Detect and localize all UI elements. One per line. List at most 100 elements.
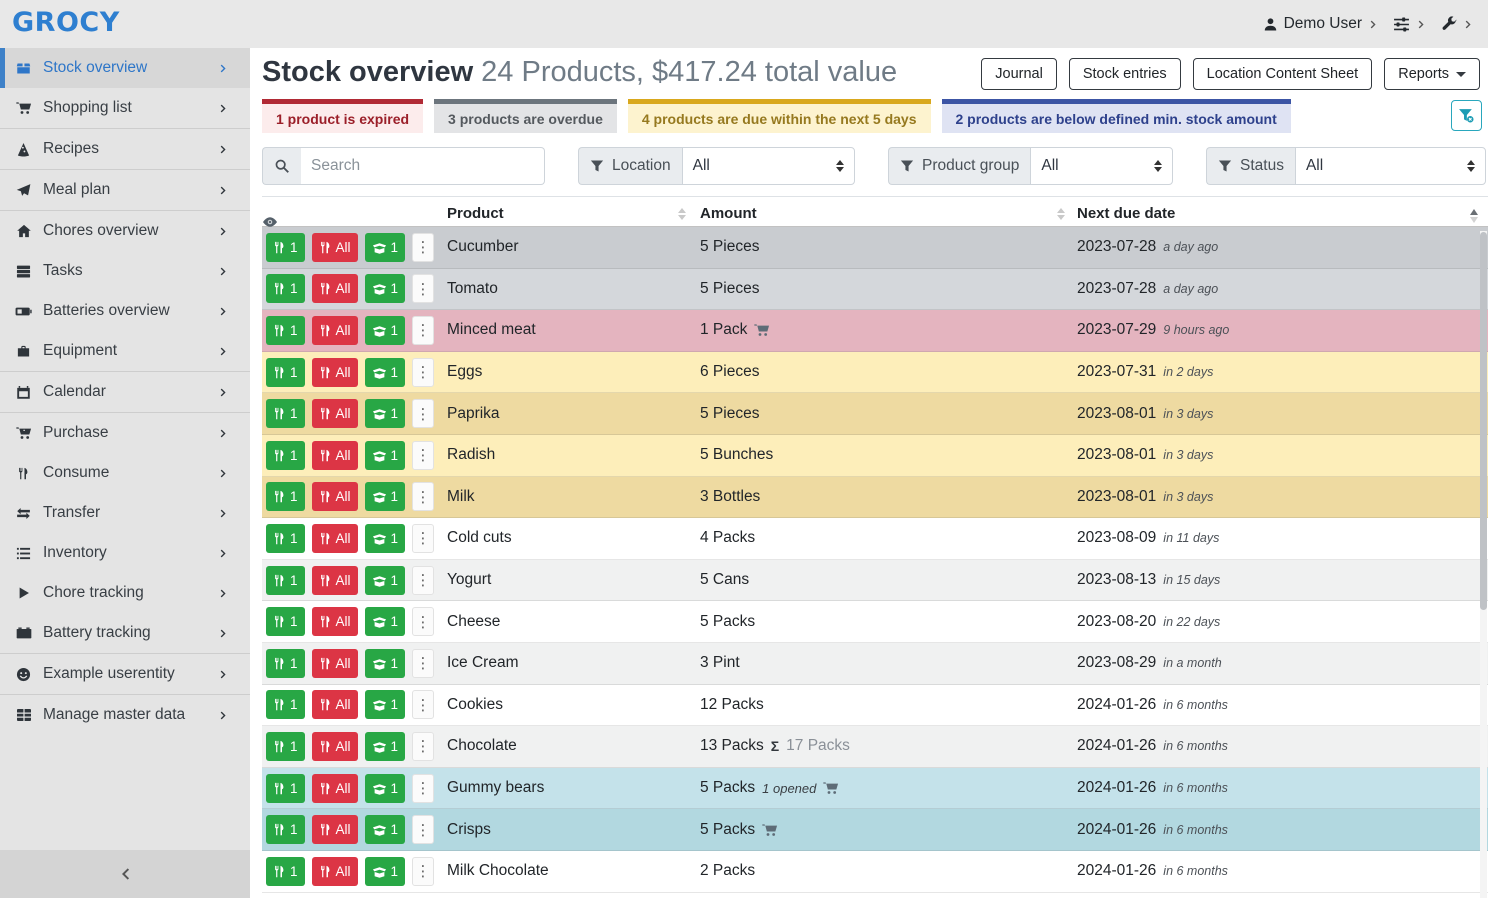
sidebar-item-inventory[interactable]: Inventory [0, 533, 250, 573]
filter-select[interactable]: All [1030, 147, 1173, 185]
open-one-button[interactable]: 1 [365, 316, 406, 345]
consume-all-button[interactable]: All [312, 815, 358, 844]
row-menu-button[interactable]: ⋮ [412, 732, 434, 761]
banner-overdue[interactable]: 3 products are overdue [434, 99, 617, 133]
sidebar-item-recipes[interactable]: Recipes [0, 129, 250, 169]
consume-one-button[interactable]: 1 [266, 482, 305, 511]
grocy-logo[interactable]: GROCY [12, 7, 120, 38]
search-input[interactable] [301, 147, 545, 185]
consume-all-button[interactable]: All [312, 566, 358, 595]
scrollbar-thumb[interactable] [1480, 232, 1487, 610]
open-one-button[interactable]: 1 [365, 524, 406, 553]
journal-button[interactable]: Journal [981, 58, 1057, 90]
column-header-amount[interactable]: Amount [700, 205, 1077, 222]
consume-one-button[interactable]: 1 [266, 607, 305, 636]
stock-entries-button[interactable]: Stock entries [1069, 58, 1181, 90]
sidebar-item-shopping-list[interactable]: Shopping list [0, 88, 250, 128]
sidebar-item-chore-tracking[interactable]: Chore tracking [0, 573, 250, 613]
consume-one-button[interactable]: 1 [266, 857, 305, 886]
consume-all-button[interactable]: All [312, 690, 358, 719]
consume-one-button[interactable]: 1 [266, 690, 305, 719]
sidebar-item-manage-master-data[interactable]: Manage master data [0, 695, 250, 735]
open-one-button[interactable]: 1 [365, 566, 406, 595]
sidebar-item-tasks[interactable]: Tasks [0, 251, 250, 291]
sidebar-item-purchase[interactable]: Purchase [0, 413, 250, 453]
consume-one-button[interactable]: 1 [266, 649, 305, 678]
consume-all-button[interactable]: All [312, 607, 358, 636]
admin-menu-button[interactable] [1441, 16, 1474, 32]
consume-one-button[interactable]: 1 [266, 274, 305, 303]
consume-one-button[interactable]: 1 [266, 566, 305, 595]
open-one-button[interactable]: 1 [365, 274, 406, 303]
sidebar-item-stock-overview[interactable]: Stock overview [0, 48, 250, 88]
consume-all-button[interactable]: All [312, 233, 358, 262]
open-one-button[interactable]: 1 [365, 358, 406, 387]
filter-select[interactable]: All [1295, 147, 1486, 185]
row-menu-button[interactable]: ⋮ [412, 399, 434, 428]
user-menu-button[interactable]: Demo User [1263, 15, 1379, 33]
banner-expired[interactable]: 1 product is expired [262, 99, 423, 133]
open-one-button[interactable]: 1 [365, 233, 406, 262]
open-one-button[interactable]: 1 [365, 482, 406, 511]
row-menu-button[interactable]: ⋮ [412, 482, 434, 511]
consume-all-button[interactable]: All [312, 774, 358, 803]
sidebar-item-battery-tracking[interactable]: Battery tracking [0, 613, 250, 653]
row-menu-button[interactable]: ⋮ [412, 857, 434, 886]
sidebar-item-calendar[interactable]: Calendar [0, 372, 250, 412]
banner-duesoon[interactable]: 4 products are due within the next 5 day… [628, 99, 931, 133]
row-menu-button[interactable]: ⋮ [412, 774, 434, 803]
row-menu-button[interactable]: ⋮ [412, 358, 434, 387]
consume-one-button[interactable]: 1 [266, 524, 305, 553]
consume-one-button[interactable]: 1 [266, 441, 305, 470]
open-one-button[interactable]: 1 [365, 690, 406, 719]
open-one-button[interactable]: 1 [365, 441, 406, 470]
row-menu-button[interactable]: ⋮ [412, 815, 434, 844]
open-one-button[interactable]: 1 [365, 732, 406, 761]
sidebar-item-transfer[interactable]: Transfer [0, 493, 250, 533]
sidebar-collapse-button[interactable] [0, 850, 250, 898]
consume-all-button[interactable]: All [312, 649, 358, 678]
row-menu-button[interactable]: ⋮ [412, 524, 434, 553]
row-menu-button[interactable]: ⋮ [412, 316, 434, 345]
row-menu-button[interactable]: ⋮ [412, 233, 434, 262]
row-menu-button[interactable]: ⋮ [412, 441, 434, 470]
consume-one-button[interactable]: 1 [266, 774, 305, 803]
filter-select[interactable]: All [682, 147, 855, 185]
row-menu-button[interactable]: ⋮ [412, 649, 434, 678]
open-one-button[interactable]: 1 [365, 607, 406, 636]
open-one-button[interactable]: 1 [365, 815, 406, 844]
sidebar-item-meal-plan[interactable]: Meal plan [0, 170, 250, 210]
open-one-button[interactable]: 1 [365, 857, 406, 886]
sidebar-item-example-userentity[interactable]: Example userentity [0, 654, 250, 694]
consume-one-button[interactable]: 1 [266, 316, 305, 345]
settings-menu-button[interactable] [1393, 16, 1427, 33]
consume-one-button[interactable]: 1 [266, 233, 305, 262]
consume-all-button[interactable]: All [312, 732, 358, 761]
sidebar-item-equipment[interactable]: Equipment [0, 331, 250, 371]
consume-all-button[interactable]: All [312, 358, 358, 387]
scrollbar-track[interactable] [1480, 231, 1487, 898]
location-content-sheet-button[interactable]: Location Content Sheet [1193, 58, 1373, 90]
banner-belowmin[interactable]: 2 products are below defined min. stock … [942, 99, 1291, 133]
row-menu-button[interactable]: ⋮ [412, 690, 434, 719]
consume-all-button[interactable]: All [312, 316, 358, 345]
consume-one-button[interactable]: 1 [266, 815, 305, 844]
consume-one-button[interactable]: 1 [266, 732, 305, 761]
open-one-button[interactable]: 1 [365, 399, 406, 428]
row-menu-button[interactable]: ⋮ [412, 566, 434, 595]
row-menu-button[interactable]: ⋮ [412, 607, 434, 636]
consume-all-button[interactable]: All [312, 274, 358, 303]
reports-dropdown-button[interactable]: Reports [1384, 58, 1480, 90]
consume-all-button[interactable]: All [312, 857, 358, 886]
sidebar-item-chores-overview[interactable]: Chores overview [0, 211, 250, 251]
consume-all-button[interactable]: All [312, 482, 358, 511]
consume-all-button[interactable]: All [312, 524, 358, 553]
column-header-next-due-date[interactable]: Next due date [1077, 205, 1488, 222]
consume-all-button[interactable]: All [312, 441, 358, 470]
open-one-button[interactable]: 1 [365, 774, 406, 803]
sidebar-item-consume[interactable]: Consume [0, 453, 250, 493]
open-one-button[interactable]: 1 [365, 649, 406, 678]
row-menu-button[interactable]: ⋮ [412, 274, 434, 303]
consume-one-button[interactable]: 1 [266, 399, 305, 428]
sidebar-item-batteries-overview[interactable]: Batteries overview [0, 291, 250, 331]
